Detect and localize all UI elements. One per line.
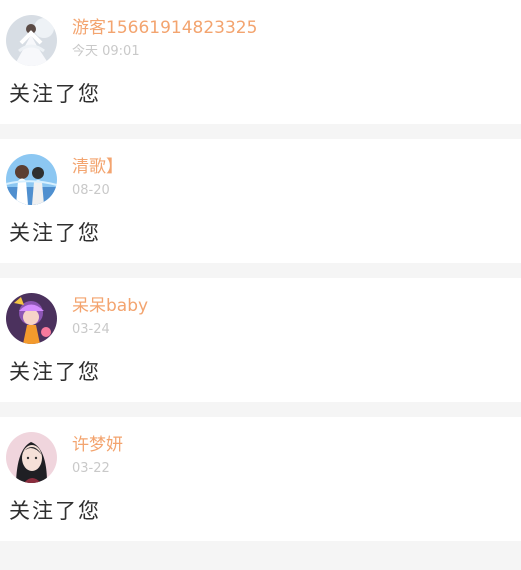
notification-item[interactable]: 游客15661914823325 今天 09:01 关注了您 (0, 0, 521, 124)
anime-purple-avatar-image (6, 293, 57, 344)
notification-item[interactable]: 清歌】 08-20 关注了您 (0, 139, 521, 263)
user-name[interactable]: 许梦妍 (72, 434, 123, 456)
notification-time: 03-24 (72, 322, 110, 337)
avatar[interactable] (6, 15, 57, 66)
notification-time: 今天 09:01 (72, 44, 140, 59)
avatar[interactable] (6, 154, 57, 205)
portrait-avatar-image (6, 432, 57, 483)
avatar[interactable] (6, 293, 57, 344)
follow-message: 关注了您 (9, 360, 101, 384)
user-name[interactable]: 呆呆baby (72, 295, 148, 317)
notification-time: 03-22 (72, 461, 110, 476)
notification-time: 08-20 (72, 183, 110, 198)
notification-item[interactable]: 呆呆baby 03-24 关注了您 (0, 278, 521, 402)
user-name[interactable]: 游客15661914823325 (72, 17, 257, 39)
follow-message: 关注了您 (9, 499, 101, 523)
follow-notification-list: 游客15661914823325 今天 09:01 关注了您 清歌】 08-20… (0, 0, 521, 541)
follow-message: 关注了您 (9, 221, 101, 245)
follow-message: 关注了您 (9, 82, 101, 106)
avatar[interactable] (6, 432, 57, 483)
notification-item[interactable]: 许梦妍 03-22 关注了您 (0, 417, 521, 541)
dancer-avatar-image (6, 15, 57, 66)
anime-sky-avatar-image (6, 154, 57, 205)
user-name[interactable]: 清歌】 (72, 156, 123, 178)
